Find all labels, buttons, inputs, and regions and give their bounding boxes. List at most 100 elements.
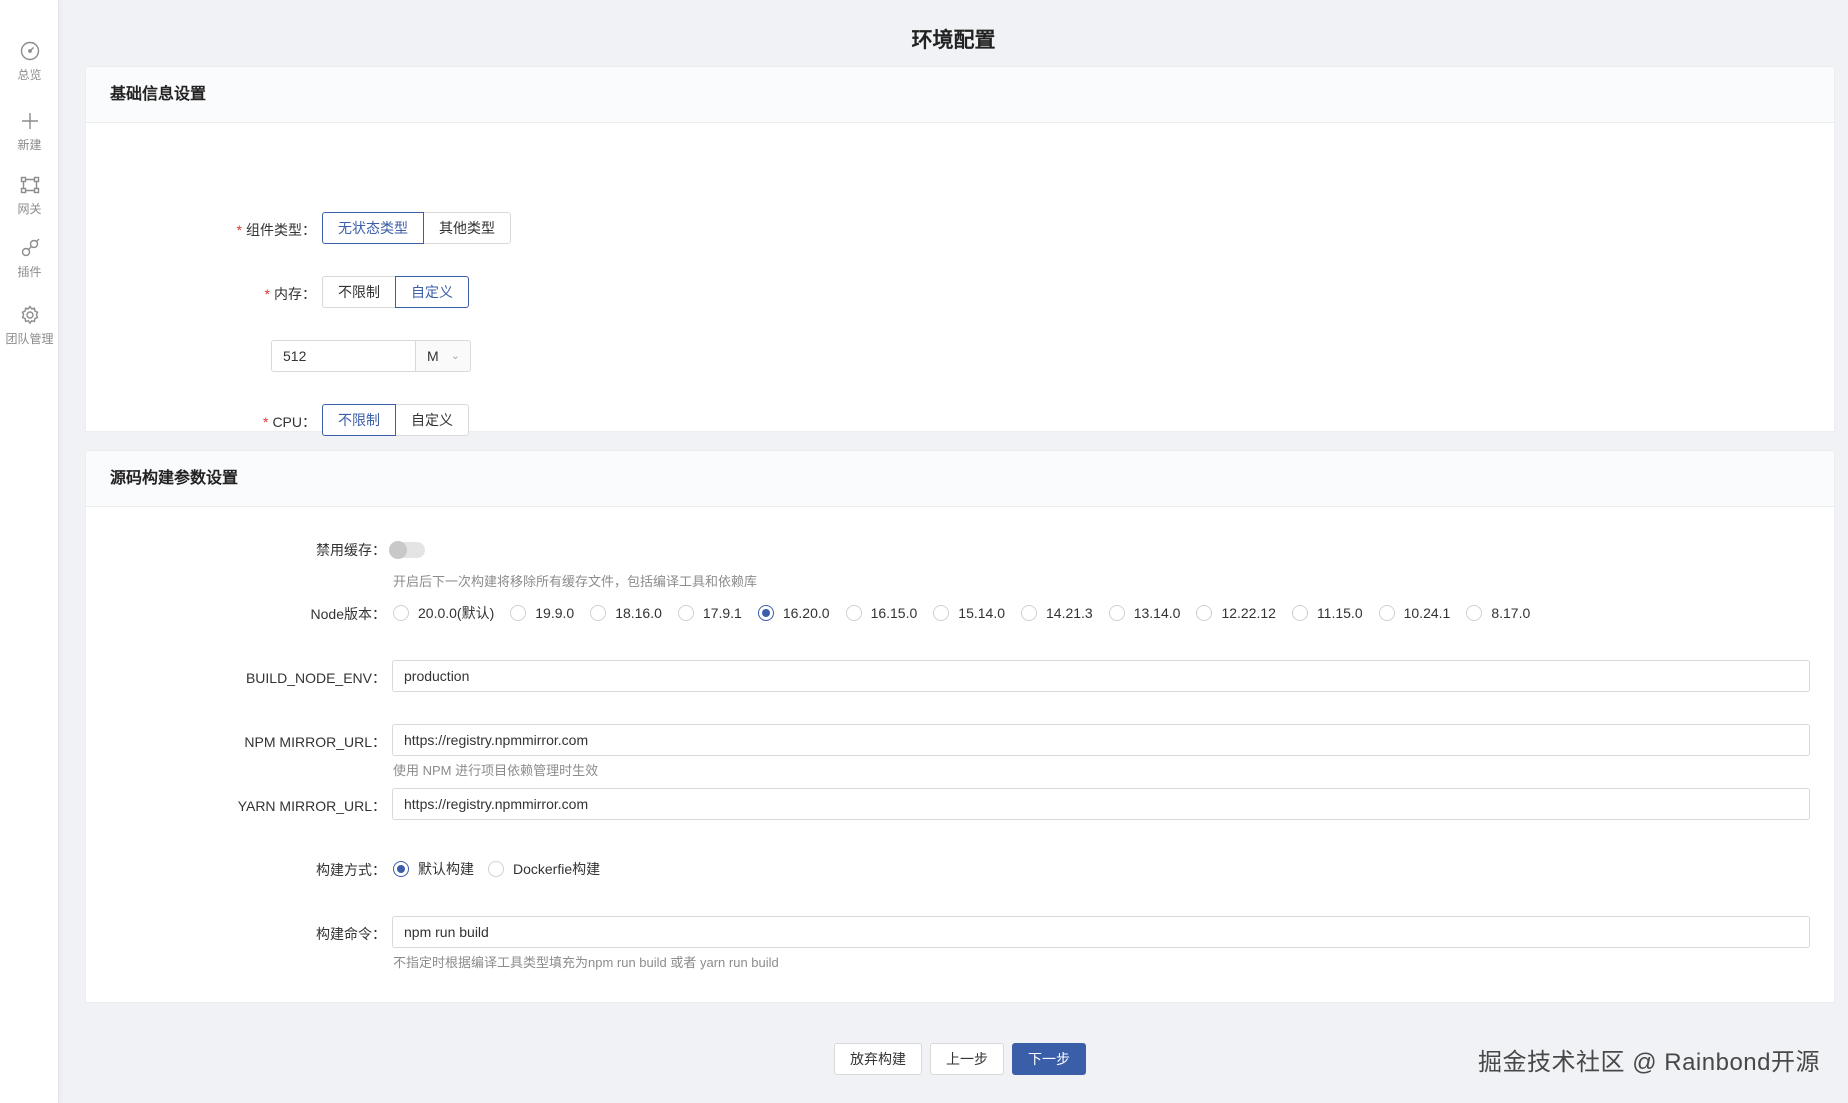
cpu-label: * CPU： <box>262 414 316 430</box>
component-type-other-button[interactable]: 其他类型 <box>423 212 511 244</box>
build-method-label: 构建方式： <box>316 862 386 878</box>
chevron-down-icon: ⌄ <box>450 350 460 362</box>
memory-label: * 内存： <box>264 286 316 302</box>
radio-dot <box>845 605 862 621</box>
build-settings-card: 源码构建参数设置 禁用缓存： 开启后下一次构建将移除所有缓存文件，包括编译工具和… <box>85 450 1835 1003</box>
component-type-stateless-button[interactable]: 无状态类型 <box>322 212 424 244</box>
node-version-option-label: 19.9.0 <box>535 605 575 621</box>
radio-dot <box>933 605 950 621</box>
disable-cache-toggle[interactable] <box>389 541 425 559</box>
node-version-radio[interactable]: 11.15.0 <box>1291 605 1363 621</box>
cpu-unlimited-button[interactable]: 不限制 <box>322 404 396 436</box>
radio-dot <box>590 605 607 621</box>
build-method-default-radio[interactable]: 默认构建 <box>393 859 474 879</box>
node-version-option-label: 14.21.3 <box>1046 605 1093 621</box>
memory-unit-value: M <box>427 348 439 364</box>
node-version-label: Node版本： <box>310 606 386 622</box>
npm-mirror-label: NPM MIRROR_URL： <box>244 734 386 750</box>
node-version-option-label: 8.17.0 <box>1491 605 1531 621</box>
sidebar-item-label: 新建 <box>17 138 42 152</box>
build-command-input[interactable] <box>392 916 1810 948</box>
build-command-hint: 不指定时根据编译工具类型填充为npm run build 或者 yarn run… <box>393 955 779 970</box>
plugin-icon <box>21 238 39 257</box>
build-command-label: 构建命令： <box>316 926 386 942</box>
build-method-dockerfile-radio[interactable]: Dockerfie构建 <box>488 859 600 879</box>
required-mark: * <box>236 222 242 238</box>
node-version-radio[interactable]: 17.9.1 <box>677 605 742 621</box>
radio-dot <box>1021 605 1037 621</box>
npm-mirror-input[interactable] <box>392 724 1810 756</box>
page-title: 环境配置 <box>911 29 996 52</box>
disable-cache-label: 禁用缓存： <box>316 542 386 558</box>
abandon-build-button[interactable]: 放弃构建 <box>834 1043 922 1075</box>
node-version-option-label: 15.14.0 <box>958 605 1005 621</box>
node-version-option-label: 17.9.1 <box>702 605 742 621</box>
yarn-mirror-input[interactable] <box>392 788 1810 820</box>
node-version-radio[interactable]: 15.14.0 <box>933 605 1005 621</box>
node-version-option-label: 16.20.0 <box>782 605 830 621</box>
basic-settings-card: 基础信息设置 *组件类型： 无状态类型 其他类型 *内存： 不限制 自定义 M … <box>85 66 1835 436</box>
dashboard-icon <box>20 41 39 61</box>
radio-dot <box>757 605 774 621</box>
sidebar-item-gateway[interactable]: 网关 <box>0 174 59 217</box>
sidebar-item-label: 网关 <box>17 202 42 216</box>
node-version-option-label: 11.15.0 <box>1316 605 1363 621</box>
sidebar: 总览 新建 网关 插件 团队管理 <box>0 0 59 1103</box>
sidebar-item-overview[interactable]: 总览 <box>0 40 59 83</box>
sidebar-item-team[interactable]: 团队管理 <box>0 304 59 347</box>
node-version-option-label: 13.14.0 <box>1133 605 1181 621</box>
radio-dot <box>1466 605 1483 621</box>
required-mark: * <box>264 286 270 302</box>
node-version-radio[interactable]: 14.21.3 <box>1021 605 1093 621</box>
radio-dot <box>1108 605 1125 621</box>
memory-segment: 不限制 自定义 <box>322 276 469 308</box>
disable-cache-hint: 开启后下一次构建将移除所有缓存文件，包括编译工具和依赖库 <box>393 574 758 589</box>
radio-dot <box>488 861 504 877</box>
node-version-option-label: 16.15.0 <box>870 605 918 621</box>
radio-dot <box>393 605 409 621</box>
next-step-button[interactable]: 下一步 <box>1012 1043 1086 1075</box>
required-mark: * <box>262 414 269 430</box>
component-type-segment: 无状态类型 其他类型 <box>322 212 511 244</box>
cpu-custom-button[interactable]: 自定义 <box>395 404 469 436</box>
radio-dot <box>1196 605 1213 621</box>
sidebar-item-label: 总览 <box>17 68 42 82</box>
node-version-radio[interactable]: 19.9.0 <box>510 605 574 621</box>
build-node-env-label: BUILD_NODE_ENV： <box>245 670 386 686</box>
node-version-option-label: 20.0.0(默认) <box>418 605 495 621</box>
node-version-radio[interactable]: 13.14.0 <box>1108 605 1181 621</box>
watermark: 掘金技术社区 @ Rainbond开源 <box>1478 1049 1820 1076</box>
node-version-radio[interactable]: 20.0.0(默认) <box>393 603 494 623</box>
node-version-radio[interactable]: 16.15.0 <box>845 605 918 621</box>
memory-value-input[interactable] <box>271 340 416 372</box>
sidebar-item-plugins[interactable]: 插件 <box>0 237 59 280</box>
basic-settings-body: *组件类型： 无状态类型 其他类型 *内存： 不限制 自定义 M ⌄ *CPU：… <box>86 123 1834 436</box>
node-version-option-label: 10.24.1 <box>1403 605 1451 621</box>
node-version-radio[interactable]: 16.20.0 <box>757 605 830 621</box>
build-method-radio-group: 默认构建 Dockerfie构建 <box>393 859 600 879</box>
node-version-radio[interactable]: 8.17.0 <box>1466 605 1530 621</box>
plus-icon <box>21 113 38 129</box>
build-settings-body: 禁用缓存： 开启后下一次构建将移除所有缓存文件，包括编译工具和依赖库 Node版… <box>86 507 1834 1003</box>
radio-dot <box>1291 605 1308 621</box>
memory-unit-select[interactable]: M ⌄ <box>416 340 471 372</box>
radio-dot <box>677 605 694 621</box>
memory-unlimited-button[interactable]: 不限制 <box>322 276 396 308</box>
radio-dot <box>1378 605 1395 621</box>
memory-custom-button[interactable]: 自定义 <box>395 276 469 308</box>
yarn-mirror-label: YARN MIRROR_URL： <box>237 798 386 814</box>
build-settings-title: 源码构建参数设置 <box>86 451 1834 507</box>
sidebar-item-label: 插件 <box>17 265 42 279</box>
node-version-radio[interactable]: 10.24.1 <box>1378 605 1451 621</box>
node-version-radio[interactable]: 12.22.12 <box>1196 605 1276 621</box>
sidebar-item-label: 团队管理 <box>5 332 54 346</box>
radio-dot <box>510 605 527 621</box>
radio-dot <box>393 861 409 877</box>
node-version-option-label: 12.22.12 <box>1221 605 1276 621</box>
node-version-radio[interactable]: 18.16.0 <box>590 605 662 621</box>
sidebar-item-create[interactable]: 新建 <box>0 110 59 153</box>
component-type-label: * 组件类型： <box>236 222 316 238</box>
npm-mirror-hint: 使用 NPM 进行项目依赖管理时生效 <box>393 763 599 778</box>
build-node-env-input[interactable] <box>392 660 1810 692</box>
previous-step-button[interactable]: 上一步 <box>930 1043 1004 1075</box>
